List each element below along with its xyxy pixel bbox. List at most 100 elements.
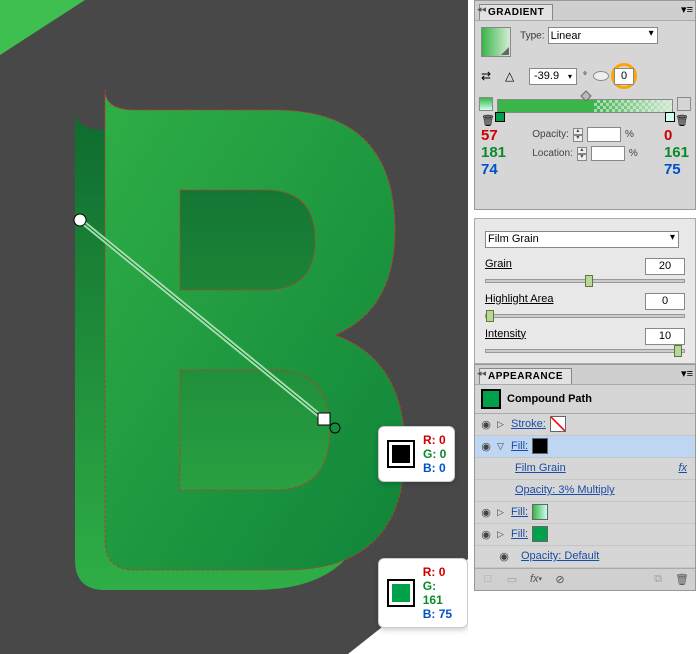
fill-swatch[interactable]: [532, 526, 548, 542]
trash-icon[interactable]: 🗑: [481, 114, 495, 127]
fill-label: Fill:: [511, 440, 528, 452]
location-stepper[interactable]: ▴▾: [577, 147, 587, 161]
swap-fill-stroke-icon[interactable]: ⇄: [481, 69, 499, 83]
tab-gradient[interactable]: GRADIENT: [479, 4, 553, 20]
stroke-label: Stroke:: [511, 418, 546, 430]
collapse-icon[interactable]: ◂◂: [477, 368, 486, 379]
grain-label: Grain: [485, 258, 512, 275]
visibility-icon[interactable]: ◉: [479, 440, 493, 453]
angle-icon: △: [505, 69, 523, 83]
tab-appearance[interactable]: APPEARANCE: [479, 368, 572, 384]
disclosure-icon[interactable]: ▽: [497, 441, 507, 452]
fx-menu-icon[interactable]: fx▾: [529, 572, 543, 586]
gradient-type-value: Linear: [551, 30, 582, 42]
effect-panel: Film Grain Grain 20 Highlight Area 0 Int…: [474, 218, 696, 364]
visibility-icon[interactable]: ◉: [497, 550, 511, 563]
opacity-input[interactable]: [587, 127, 621, 142]
fill-label: Fill:: [511, 528, 528, 540]
disclosure-icon[interactable]: ▷: [497, 529, 507, 540]
aspect-highlight: 0: [611, 63, 637, 89]
opacity-label: Opacity:: [532, 129, 569, 140]
visibility-icon[interactable]: ◉: [479, 418, 493, 431]
appearance-row-stroke[interactable]: ◉ ▷ Stroke:: [475, 414, 695, 436]
swatch-icon: [387, 579, 415, 607]
aspect-input[interactable]: 0: [614, 68, 634, 85]
type-label: Type:: [520, 31, 544, 42]
location-input[interactable]: [591, 146, 625, 161]
object-swatch-icon: [481, 389, 501, 409]
canvas-viewport[interactable]: R: 0 G: 0 B: 0 R: 0 G: 161 B: 75: [0, 0, 468, 654]
duplicate-icon[interactable]: ⧉: [651, 572, 665, 586]
opacity-default: Opacity: Default: [521, 550, 599, 562]
panel-tabs: APPEARANCE: [475, 365, 695, 385]
opacity-stepper[interactable]: ▴▾: [573, 128, 583, 142]
fill-swatch[interactable]: [532, 504, 548, 520]
canvas-corner-decoration: [0, 0, 85, 55]
tooltip-g: G: 161: [423, 579, 459, 607]
tooltip-r: R: 0: [423, 565, 459, 579]
appearance-row-fill[interactable]: ◉ ▽ Fill:: [475, 436, 695, 458]
appearance-row-effect[interactable]: Film Grain fx: [475, 458, 695, 480]
opacity-suffix: %: [625, 129, 634, 140]
gradient-swatch[interactable]: [481, 27, 511, 57]
new-art-icon[interactable]: □: [481, 572, 495, 586]
grain-input[interactable]: 20: [645, 258, 685, 275]
intensity-slider[interactable]: [485, 349, 685, 353]
gradient-panel: ◂◂ GRADIENT ▾≡ Type: Linear ⇄ △ -39.9▾: [474, 0, 696, 210]
object-type: Compound Path: [507, 393, 592, 405]
tooltip-b: B: 75: [423, 607, 459, 621]
clear-icon[interactable]: ⊘: [553, 572, 567, 586]
highlight-label: Highlight Area: [485, 293, 554, 310]
fill-label: Fill:: [511, 506, 528, 518]
visibility-icon[interactable]: ◉: [479, 528, 493, 541]
gradient-mini-icon: [479, 97, 493, 111]
tooltip-g: G: 0: [423, 447, 446, 461]
effect-name-value: Film Grain: [488, 233, 539, 245]
appearance-panel: ◂◂ APPEARANCE ▾≡ Compound Path ◉ ▷ Strok…: [474, 364, 696, 591]
fx-icon[interactable]: fx: [678, 462, 687, 474]
appearance-row-default-opacity[interactable]: ◉ Opacity: Default: [475, 546, 695, 568]
panel-menu-icon[interactable]: ▾≡: [681, 367, 693, 380]
appearance-row-fill[interactable]: ◉ ▷ Fill:: [475, 502, 695, 524]
visibility-icon[interactable]: ◉: [479, 506, 493, 519]
highlight-input[interactable]: 0: [645, 293, 685, 310]
panel-menu-icon[interactable]: ▾≡: [681, 3, 693, 16]
stop-right-rgb: 0 161 75: [664, 127, 689, 178]
effect-name: Film Grain: [515, 462, 566, 474]
tooltip-r: R: 0: [423, 433, 446, 447]
opacity-text: Opacity: 3% Multiply: [515, 484, 615, 496]
gradient-slider[interactable]: [497, 99, 673, 113]
location-suffix: %: [629, 148, 638, 159]
swatch-icon: [387, 440, 415, 468]
appearance-row-opacity[interactable]: Opacity: 3% Multiply: [475, 480, 695, 502]
color-stop-right[interactable]: [665, 112, 675, 122]
layer-icon[interactable]: ▭: [505, 572, 519, 586]
appearance-row-fill[interactable]: ◉ ▷ Fill:: [475, 524, 695, 546]
trash-icon[interactable]: 🗑: [675, 114, 689, 127]
color-tooltip-black: R: 0 G: 0 B: 0: [378, 426, 455, 482]
intensity-input[interactable]: 10: [645, 328, 685, 345]
angle-input[interactable]: -39.9▾: [529, 68, 577, 85]
grain-slider[interactable]: [485, 279, 685, 283]
fill-swatch[interactable]: [532, 438, 548, 454]
stop-left-rgb: 57 181 74: [481, 127, 506, 178]
disclosure-icon[interactable]: ▷: [497, 507, 507, 518]
color-tooltip-green: R: 0 G: 161 B: 75: [378, 558, 468, 628]
collapse-icon[interactable]: ◂◂: [477, 4, 486, 15]
tooltip-b: B: 0: [423, 461, 446, 475]
trash-icon[interactable]: 🗑: [675, 572, 689, 586]
midpoint-stop[interactable]: [580, 90, 591, 101]
stroke-swatch[interactable]: [550, 416, 566, 432]
aspect-icon: [593, 71, 609, 81]
disclosure-icon[interactable]: ▷: [497, 419, 507, 430]
effect-name-select[interactable]: Film Grain: [485, 231, 679, 248]
artwork-letter-b[interactable]: [45, 50, 415, 600]
highlight-slider[interactable]: [485, 314, 685, 318]
gradient-type-select[interactable]: Linear: [548, 27, 658, 44]
intensity-label: Intensity: [485, 328, 526, 345]
location-label: Location:: [532, 148, 573, 159]
appearance-footer: □ ▭ fx▾ ⊘ ⧉ 🗑: [475, 568, 695, 590]
aspect-value: 0: [621, 70, 627, 82]
gradient-mini-icon: [677, 97, 691, 111]
color-stop-left[interactable]: [495, 112, 505, 122]
